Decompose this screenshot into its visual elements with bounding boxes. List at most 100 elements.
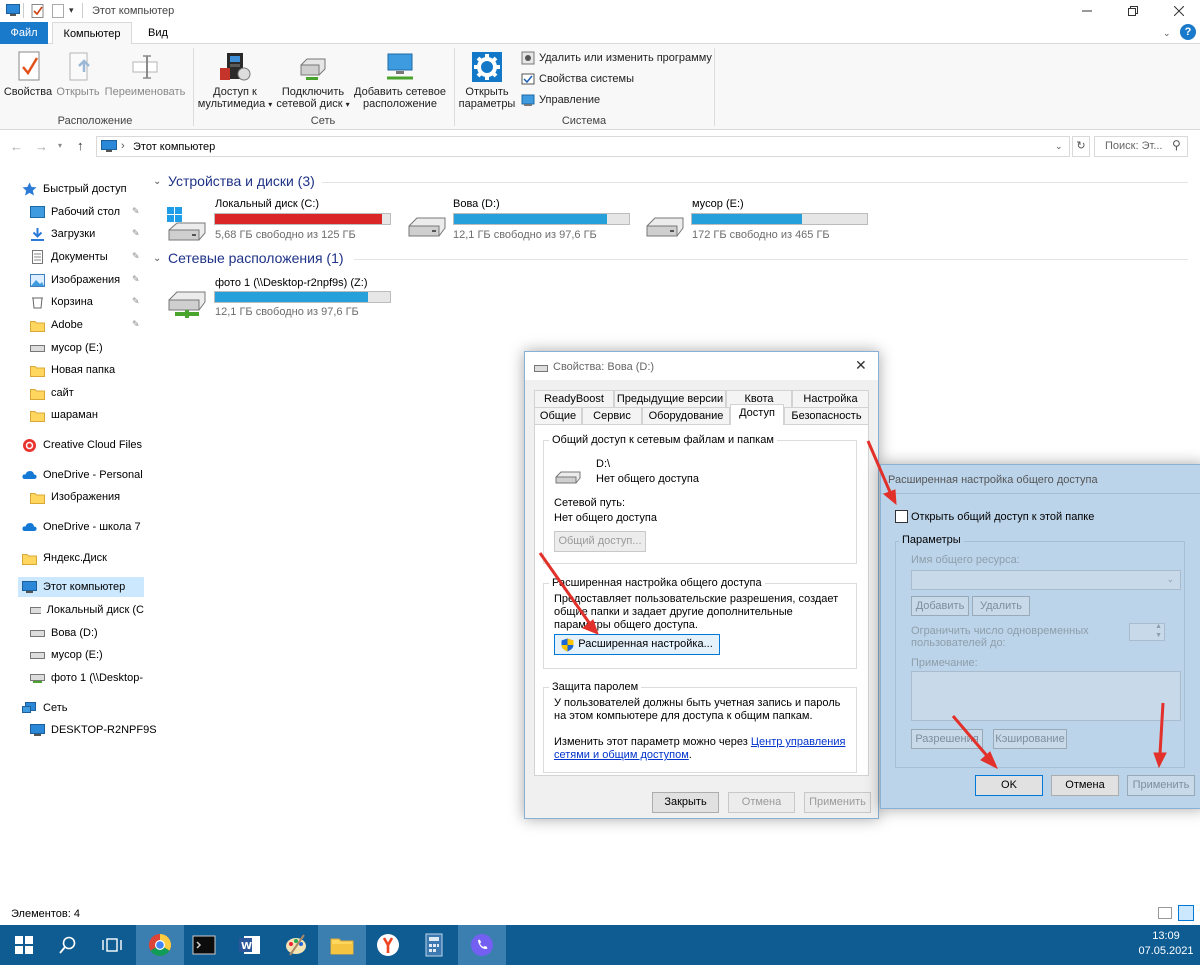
add-network-location-button[interactable]: Добавить сетевое расположение [353, 50, 447, 110]
comment-textarea[interactable] [911, 671, 1181, 721]
network-drive-name[interactable]: фото 1 (\\Desktop-r2npf9s) (Z:) [215, 277, 368, 289]
refresh-icon[interactable]: ↻ [1072, 136, 1090, 157]
nav-desktop[interactable]: Рабочий стол [30, 202, 120, 222]
explorer-taskbar-button[interactable] [318, 925, 366, 965]
nav-new-folder[interactable]: Новая папка [30, 360, 115, 380]
properties-quick-icon[interactable] [31, 4, 45, 18]
collapse-chevron-icon[interactable]: ⌄ [153, 253, 161, 264]
new-folder-quick-icon[interactable] [52, 4, 64, 18]
apply-button[interactable]: Применить [1127, 775, 1195, 796]
nav-local-disk-c[interactable]: Локальный диск (C [30, 600, 144, 620]
task-view-button[interactable] [88, 925, 136, 965]
open-button[interactable]: Открыть [55, 50, 101, 98]
nav-pictures[interactable]: Изображения [30, 270, 120, 290]
forward-arrow-icon[interactable]: → [35, 139, 48, 154]
pin-icon[interactable]: ✎ [132, 296, 140, 307]
up-arrow-icon[interactable]: ↑ [77, 138, 84, 153]
back-arrow-icon[interactable]: ← [10, 139, 23, 154]
pin-icon[interactable]: ✎ [132, 206, 140, 217]
address-dropdown-icon[interactable]: ⌄ [1055, 141, 1063, 152]
large-icons-view-icon[interactable] [1178, 905, 1194, 921]
tab-security[interactable]: Безопасность [784, 407, 869, 424]
collapse-chevron-icon[interactable]: ⌄ [153, 176, 161, 187]
tab-hardware[interactable]: Оборудование [642, 407, 730, 424]
search-taskbar-button[interactable] [44, 925, 92, 965]
apply-button[interactable]: Применить [804, 792, 871, 813]
nav-desktop-r2npf9s[interactable]: DESKTOP-R2NPF9S [30, 720, 157, 740]
nav-site[interactable]: сайт [30, 383, 74, 403]
share-folder-checkbox[interactable] [895, 510, 908, 523]
details-view-icon[interactable] [1158, 907, 1172, 919]
properties-button[interactable]: Свойства [3, 50, 53, 98]
nav-creative-cloud[interactable]: Creative Cloud Files [22, 435, 142, 455]
nav-onedrive-school[interactable]: OneDrive - школа 7 [22, 517, 141, 537]
close-icon[interactable]: ✕ [855, 357, 867, 374]
calculator-taskbar-button[interactable] [410, 925, 458, 965]
cancel-button[interactable]: Отмена [1051, 775, 1119, 796]
drive-name[interactable]: Локальный диск (C:) [215, 198, 319, 210]
quick-access-dropdown-icon[interactable]: ▾ [69, 5, 74, 16]
media-access-button[interactable]: Доступ к мультимедиа ▾ [196, 50, 274, 111]
address-bar[interactable]: › Этот компьютер ⌄ [96, 136, 1070, 157]
pin-icon[interactable]: ✎ [132, 319, 140, 330]
tab-tools[interactable]: Сервис [582, 407, 642, 424]
chrome-taskbar-button[interactable] [136, 925, 184, 965]
tab-view[interactable]: Вид [136, 22, 180, 44]
map-network-drive-button[interactable]: Подключить сетевой диск ▾ [275, 50, 351, 111]
nav-vova-d[interactable]: Вова (D:) [30, 623, 98, 643]
advanced-sharing-button[interactable]: Расширенная настройка... [554, 634, 720, 655]
close-button[interactable] [1156, 0, 1200, 22]
drive-name[interactable]: мусор (E:) [692, 198, 744, 210]
help-icon[interactable]: ? [1180, 24, 1196, 40]
ribbon-collapse-icon[interactable]: ⌄ [1163, 28, 1171, 39]
network-section-header[interactable]: Сетевые расположения (1) [168, 250, 344, 266]
tab-readyboost[interactable]: ReadyBoost [534, 390, 614, 407]
nav-adobe[interactable]: Adobe [30, 315, 83, 335]
tab-previous-versions[interactable]: Предыдущие версии [614, 390, 726, 407]
nav-sharaman[interactable]: шараман [30, 405, 98, 425]
devices-section-header[interactable]: Устройства и диски (3) [168, 173, 315, 189]
tab-computer[interactable]: Компьютер [52, 22, 132, 45]
nav-downloads[interactable]: Загрузки [30, 224, 95, 244]
add-share-button[interactable]: Добавить [911, 596, 969, 616]
maximize-button[interactable] [1110, 0, 1156, 22]
word-taskbar-button[interactable]: W [226, 925, 274, 965]
yandex-taskbar-button[interactable] [364, 925, 412, 965]
paint-taskbar-button[interactable] [272, 925, 320, 965]
breadcrumb-this-pc[interactable]: Этот компьютер [133, 141, 215, 153]
pin-icon[interactable]: ✎ [132, 228, 140, 239]
nav-documents[interactable]: Документы [30, 247, 108, 267]
minimize-button[interactable] [1064, 0, 1110, 22]
manage-button[interactable]: Управление [521, 93, 600, 107]
nav-trash-e[interactable]: мусор (E:) [30, 338, 103, 358]
share-button[interactable]: Общий доступ... [554, 531, 646, 552]
start-button[interactable] [0, 925, 48, 965]
tab-general[interactable]: Общие [534, 407, 582, 424]
nav-recycle-bin[interactable]: Корзина [30, 292, 93, 312]
nav-network[interactable]: Сеть [22, 698, 67, 718]
nav-onedrive-personal[interactable]: OneDrive - Personal [22, 465, 143, 485]
rename-button[interactable]: Переименовать [103, 50, 187, 98]
share-name-select[interactable]: ⌄ [911, 570, 1181, 590]
tab-sharing[interactable]: Доступ [730, 404, 784, 425]
nav-yandex-disk[interactable]: Яндекс.Диск [22, 548, 107, 568]
pin-icon[interactable]: ✎ [132, 274, 140, 285]
drive-name[interactable]: Вова (D:) [453, 198, 500, 210]
nav-this-pc[interactable]: Этот компьютер [18, 577, 144, 597]
nav-onedrive-pictures[interactable]: Изображения [30, 487, 120, 507]
tab-customize[interactable]: Настройка [792, 390, 869, 407]
share-folder-label[interactable]: Открыть общий доступ к этой папке [911, 511, 1094, 523]
open-settings-button[interactable]: Открыть параметры [457, 50, 517, 110]
recent-dropdown-icon[interactable]: ▾ [58, 141, 62, 150]
viber-taskbar-button[interactable] [458, 925, 506, 965]
caching-button[interactable]: Кэширование [993, 729, 1067, 749]
clock[interactable]: 13:09 07.05.2021 [1136, 930, 1196, 957]
remove-share-button[interactable]: Удалить [972, 596, 1030, 616]
limit-users-stepper[interactable]: ▲ ▼ [1129, 623, 1165, 641]
nav-photo-network[interactable]: фото 1 (\\Desktop- [30, 668, 144, 688]
tab-file[interactable]: Файл [0, 22, 48, 44]
permissions-button[interactable]: Разрешения [911, 729, 983, 749]
uninstall-program-button[interactable]: Удалить или изменить программу [521, 51, 712, 65]
nav-trash-e-2[interactable]: мусор (E:) [30, 645, 103, 665]
system-properties-button[interactable]: Свойства системы [521, 72, 634, 86]
